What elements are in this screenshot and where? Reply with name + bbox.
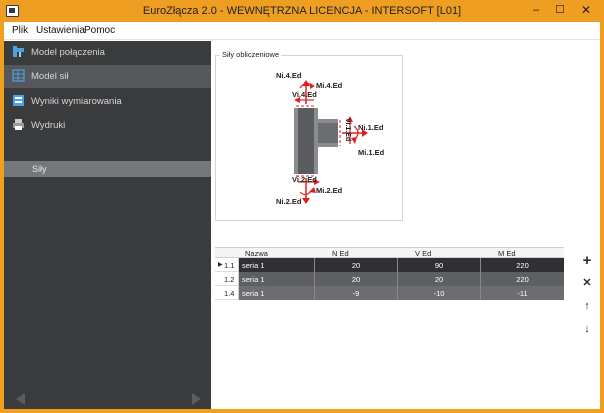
delete-row-button[interactable]: ✕ bbox=[579, 276, 595, 292]
col-v-header: V Ed bbox=[415, 249, 432, 258]
arrow-down-icon: ↓ bbox=[584, 323, 590, 335]
label-n2: Ni.2.Ed bbox=[276, 197, 302, 206]
label-n1: Ni.1.Ed bbox=[358, 123, 384, 132]
table-header: Nazwa N Ed V Ed M Ed bbox=[215, 247, 564, 258]
table-row[interactable]: ▶ 1.1 seria 1 20 90 220 bbox=[215, 258, 564, 272]
sidebar-item-results[interactable]: Wyniki wymiarowania bbox=[4, 90, 211, 113]
connection-model-icon bbox=[13, 46, 24, 57]
label-v1: Vi.1.Ed bbox=[344, 118, 351, 141]
current-row-marker-icon: ▶ bbox=[218, 262, 223, 268]
move-down-button[interactable]: ↓ bbox=[579, 323, 595, 339]
sidebar-item-label: Wydruki bbox=[31, 120, 66, 131]
cell-name[interactable]: seria 1 bbox=[239, 286, 315, 300]
cell-m[interactable]: 220 bbox=[481, 272, 564, 286]
col-n-header: N Ed bbox=[332, 249, 349, 258]
minimize-button[interactable]: – bbox=[524, 0, 548, 20]
col-m-header: M Ed bbox=[498, 249, 516, 258]
forces-diagram: Ni.4.Ed Mi.4.Ed Vi.4.Ed Vi.1.Ed Ni.1.Ed … bbox=[276, 71, 385, 206]
forward-arrow-icon[interactable] bbox=[192, 393, 201, 405]
row-header[interactable]: 1.2 bbox=[215, 272, 239, 286]
title-bar: EuroZłącza 2.0 - WEWNĘTRZNA LICENCJA - I… bbox=[0, 0, 604, 22]
sidebar-navigation bbox=[4, 389, 211, 409]
arrow-up-icon: ↑ bbox=[584, 300, 590, 312]
sidebar-item-connection-model[interactable]: Model połączenia bbox=[4, 41, 211, 64]
printer-icon bbox=[13, 119, 24, 130]
cell-m[interactable]: -11 bbox=[481, 286, 564, 300]
row-header[interactable]: ▶ 1.1 bbox=[215, 258, 239, 272]
col-name-header: Nazwa bbox=[245, 249, 268, 258]
close-icon: ✕ bbox=[582, 277, 592, 289]
plus-icon: + bbox=[582, 252, 592, 269]
cell-v[interactable]: 20 bbox=[398, 272, 481, 286]
sidebar-subitem-forces[interactable]: Siły bbox=[4, 161, 211, 177]
menu-plik[interactable]: Plik bbox=[12, 25, 28, 36]
forces-group: Siły obliczeniowe Ni.4.Ed Mi.4.Ed Vi.4.E… bbox=[215, 50, 403, 221]
sidebar-item-printouts[interactable]: Wydruki bbox=[4, 114, 211, 137]
cell-m[interactable]: 220 bbox=[481, 258, 564, 272]
back-arrow-icon[interactable] bbox=[16, 393, 25, 405]
window-title: EuroZłącza 2.0 - WEWNĘTRZNA LICENCJA - I… bbox=[142, 5, 462, 17]
label-m2: Mi.2.Ed bbox=[316, 186, 343, 195]
cell-name[interactable]: seria 1 bbox=[239, 258, 315, 272]
cell-name[interactable]: seria 1 bbox=[239, 272, 315, 286]
close-button[interactable]: ✕ bbox=[572, 0, 600, 20]
sidebar-item-label: Model sił bbox=[31, 71, 69, 82]
sidebar-subitem-label: Siły bbox=[32, 164, 47, 174]
cell-n[interactable]: -9 bbox=[315, 286, 398, 300]
maximize-button[interactable]: ☐ bbox=[548, 0, 572, 20]
table-row[interactable]: 1.2 seria 1 20 20 220 bbox=[215, 272, 564, 286]
add-row-button[interactable]: + bbox=[579, 252, 595, 269]
table-row[interactable]: 1.4 seria 1 -9 -10 -11 bbox=[215, 286, 564, 300]
label-v2: Vi.2.Ed bbox=[292, 175, 317, 184]
sidebar: Model połączenia Model sił Wyniki wymiar… bbox=[4, 41, 211, 409]
label-v4: Vi.4.Ed bbox=[292, 90, 317, 99]
results-icon bbox=[13, 95, 24, 106]
app-frame: Plik Ustawienia Pomoc Model połączenia M… bbox=[4, 22, 600, 409]
sidebar-item-label: Model połączenia bbox=[31, 47, 105, 58]
menu-pomoc[interactable]: Pomoc bbox=[84, 25, 115, 36]
sidebar-item-label: Wyniki wymiarowania bbox=[31, 96, 122, 107]
cell-v[interactable]: 90 bbox=[398, 258, 481, 272]
row-header[interactable]: 1.4 bbox=[215, 286, 239, 300]
label-n4: Ni.4.Ed bbox=[276, 71, 302, 80]
label-m1: Mi.1.Ed bbox=[358, 148, 385, 157]
move-up-button[interactable]: ↑ bbox=[579, 300, 595, 316]
menu-bar: Plik Ustawienia Pomoc bbox=[4, 22, 600, 40]
label-m4: Mi.4.Ed bbox=[316, 81, 343, 90]
menu-ustawienia[interactable]: Ustawienia bbox=[36, 25, 85, 36]
sidebar-item-force-model[interactable]: Model sił bbox=[4, 65, 211, 88]
force-model-icon bbox=[12, 69, 25, 82]
main-content: Siły obliczeniowe Ni.4.Ed Mi.4.Ed Vi.4.E… bbox=[211, 41, 600, 409]
cell-n[interactable]: 20 bbox=[315, 258, 398, 272]
cell-n[interactable]: 20 bbox=[315, 272, 398, 286]
beam-shape bbox=[318, 119, 338, 147]
cell-v[interactable]: -10 bbox=[398, 286, 481, 300]
